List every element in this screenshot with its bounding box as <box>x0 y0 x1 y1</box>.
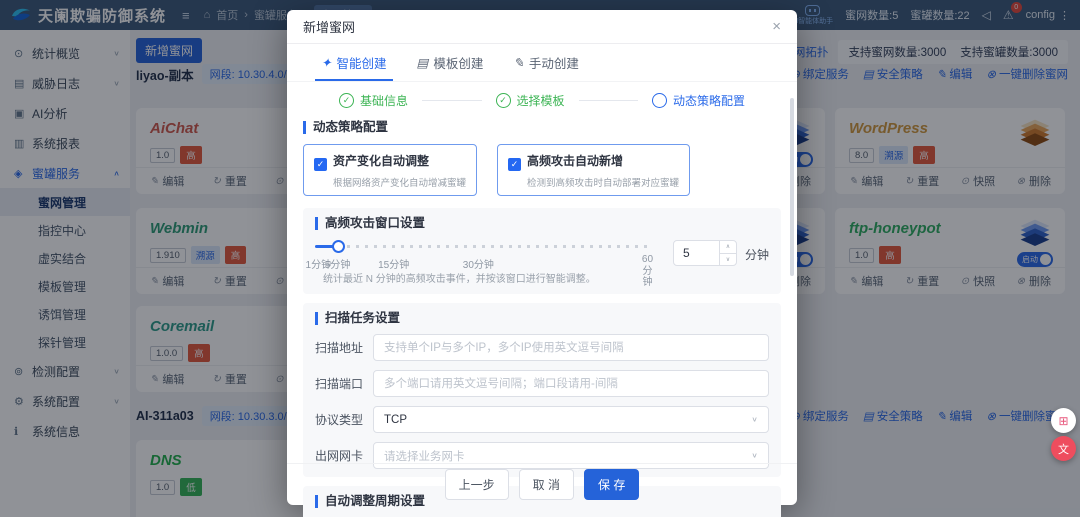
scan-task-panel: 扫描任务设置 扫描地址 扫描端口 协议类型 TCP∨ 出网网卡 请选择业务网卡∨ <box>303 303 781 477</box>
minutes-unit: 分钟 <box>745 246 769 286</box>
step-dynamic-policy: 动态策略配置 <box>652 92 745 109</box>
grid-plus-icon: ⊞ <box>1058 414 1068 428</box>
slider-handle[interactable] <box>332 240 345 253</box>
spinner-down[interactable]: ∨ <box>720 254 736 266</box>
prev-step-button[interactable]: 上一步 <box>445 469 509 500</box>
modal-tabs: ✦智能创建 ▤模板创建 ✎手动创建 <box>287 44 797 82</box>
sparkle-icon: ✦ <box>321 55 331 70</box>
cancel-button[interactable]: 取 消 <box>519 469 574 500</box>
app-root: 天阑欺骗防御系统 ≡ ⌂ 首页 › 蜜罐服务 › 蜜网管理 AI智能体助手 蜜网… <box>0 0 1080 517</box>
save-button[interactable]: 保 存 <box>584 469 639 500</box>
translate-icon: 文 <box>1058 441 1069 457</box>
close-icon[interactable]: × <box>772 18 781 35</box>
dynamic-policy-section-title: 动态策略配置 <box>303 121 781 134</box>
step-basic-info: ✓基础信息 <box>339 92 408 109</box>
modal-scrollbar[interactable] <box>790 98 794 276</box>
tab-manual-create[interactable]: ✎手动创建 <box>513 44 579 81</box>
attack-window-title: 高频攻击窗口设置 <box>315 217 769 230</box>
chevron-down-icon: ∨ <box>751 451 758 460</box>
tab-smart-create[interactable]: ✦智能创建 <box>321 44 387 81</box>
window-slider: 1分钟 5分钟 15分钟 30分钟 60分钟 统计最近 N 分钟的高频攻击事件，… <box>315 240 647 286</box>
step-select-template: ✓选择模板 <box>496 92 565 109</box>
protocol-select[interactable]: TCP∨ <box>373 406 769 433</box>
option-asset-auto-adjust[interactable]: ✓资产变化自动调整 根据网络资产变化自动增减蜜罐 <box>303 144 477 196</box>
modal-title: 新增蜜网 <box>303 17 355 36</box>
scan-port-input[interactable] <box>373 370 769 397</box>
tab-template-create[interactable]: ▤模板创建 <box>417 44 484 81</box>
scan-task-title: 扫描任务设置 <box>315 312 769 325</box>
checkbox-checked[interactable]: ✓ <box>314 158 327 171</box>
scan-address-input[interactable] <box>373 334 769 361</box>
widgets-fab[interactable]: ⊞ <box>1051 408 1076 433</box>
window-note: 统计最近 N 分钟的高频攻击事件，并按该窗口进行智能调整。 <box>323 270 596 285</box>
ai-translate-fab[interactable]: 文 <box>1051 436 1076 461</box>
doc-icon: ▤ <box>417 55 429 70</box>
chevron-down-icon: ∨ <box>751 415 758 424</box>
stepper: ✓基础信息 ✓选择模板 动态策略配置 <box>287 82 797 115</box>
spinner-up[interactable]: ∧ <box>720 241 736 254</box>
pencil-icon: ✎ <box>513 55 523 70</box>
window-minutes-input[interactable]: 5 ∧∨ <box>673 240 737 266</box>
checkbox-checked[interactable]: ✓ <box>508 158 521 171</box>
attack-window-panel: 高频攻击窗口设置 1分钟 5分钟 15分钟 30分钟 60分钟 统计最近 N 分… <box>303 208 781 294</box>
option-attack-auto-add[interactable]: ✓高频攻击自动新增 检测到高频攻击时自动部署对应蜜罐 <box>497 144 690 196</box>
add-honeynet-modal: 新增蜜网 × ✦智能创建 ▤模板创建 ✎手动创建 ✓基础信息 ✓选择模板 动态策… <box>287 10 797 505</box>
